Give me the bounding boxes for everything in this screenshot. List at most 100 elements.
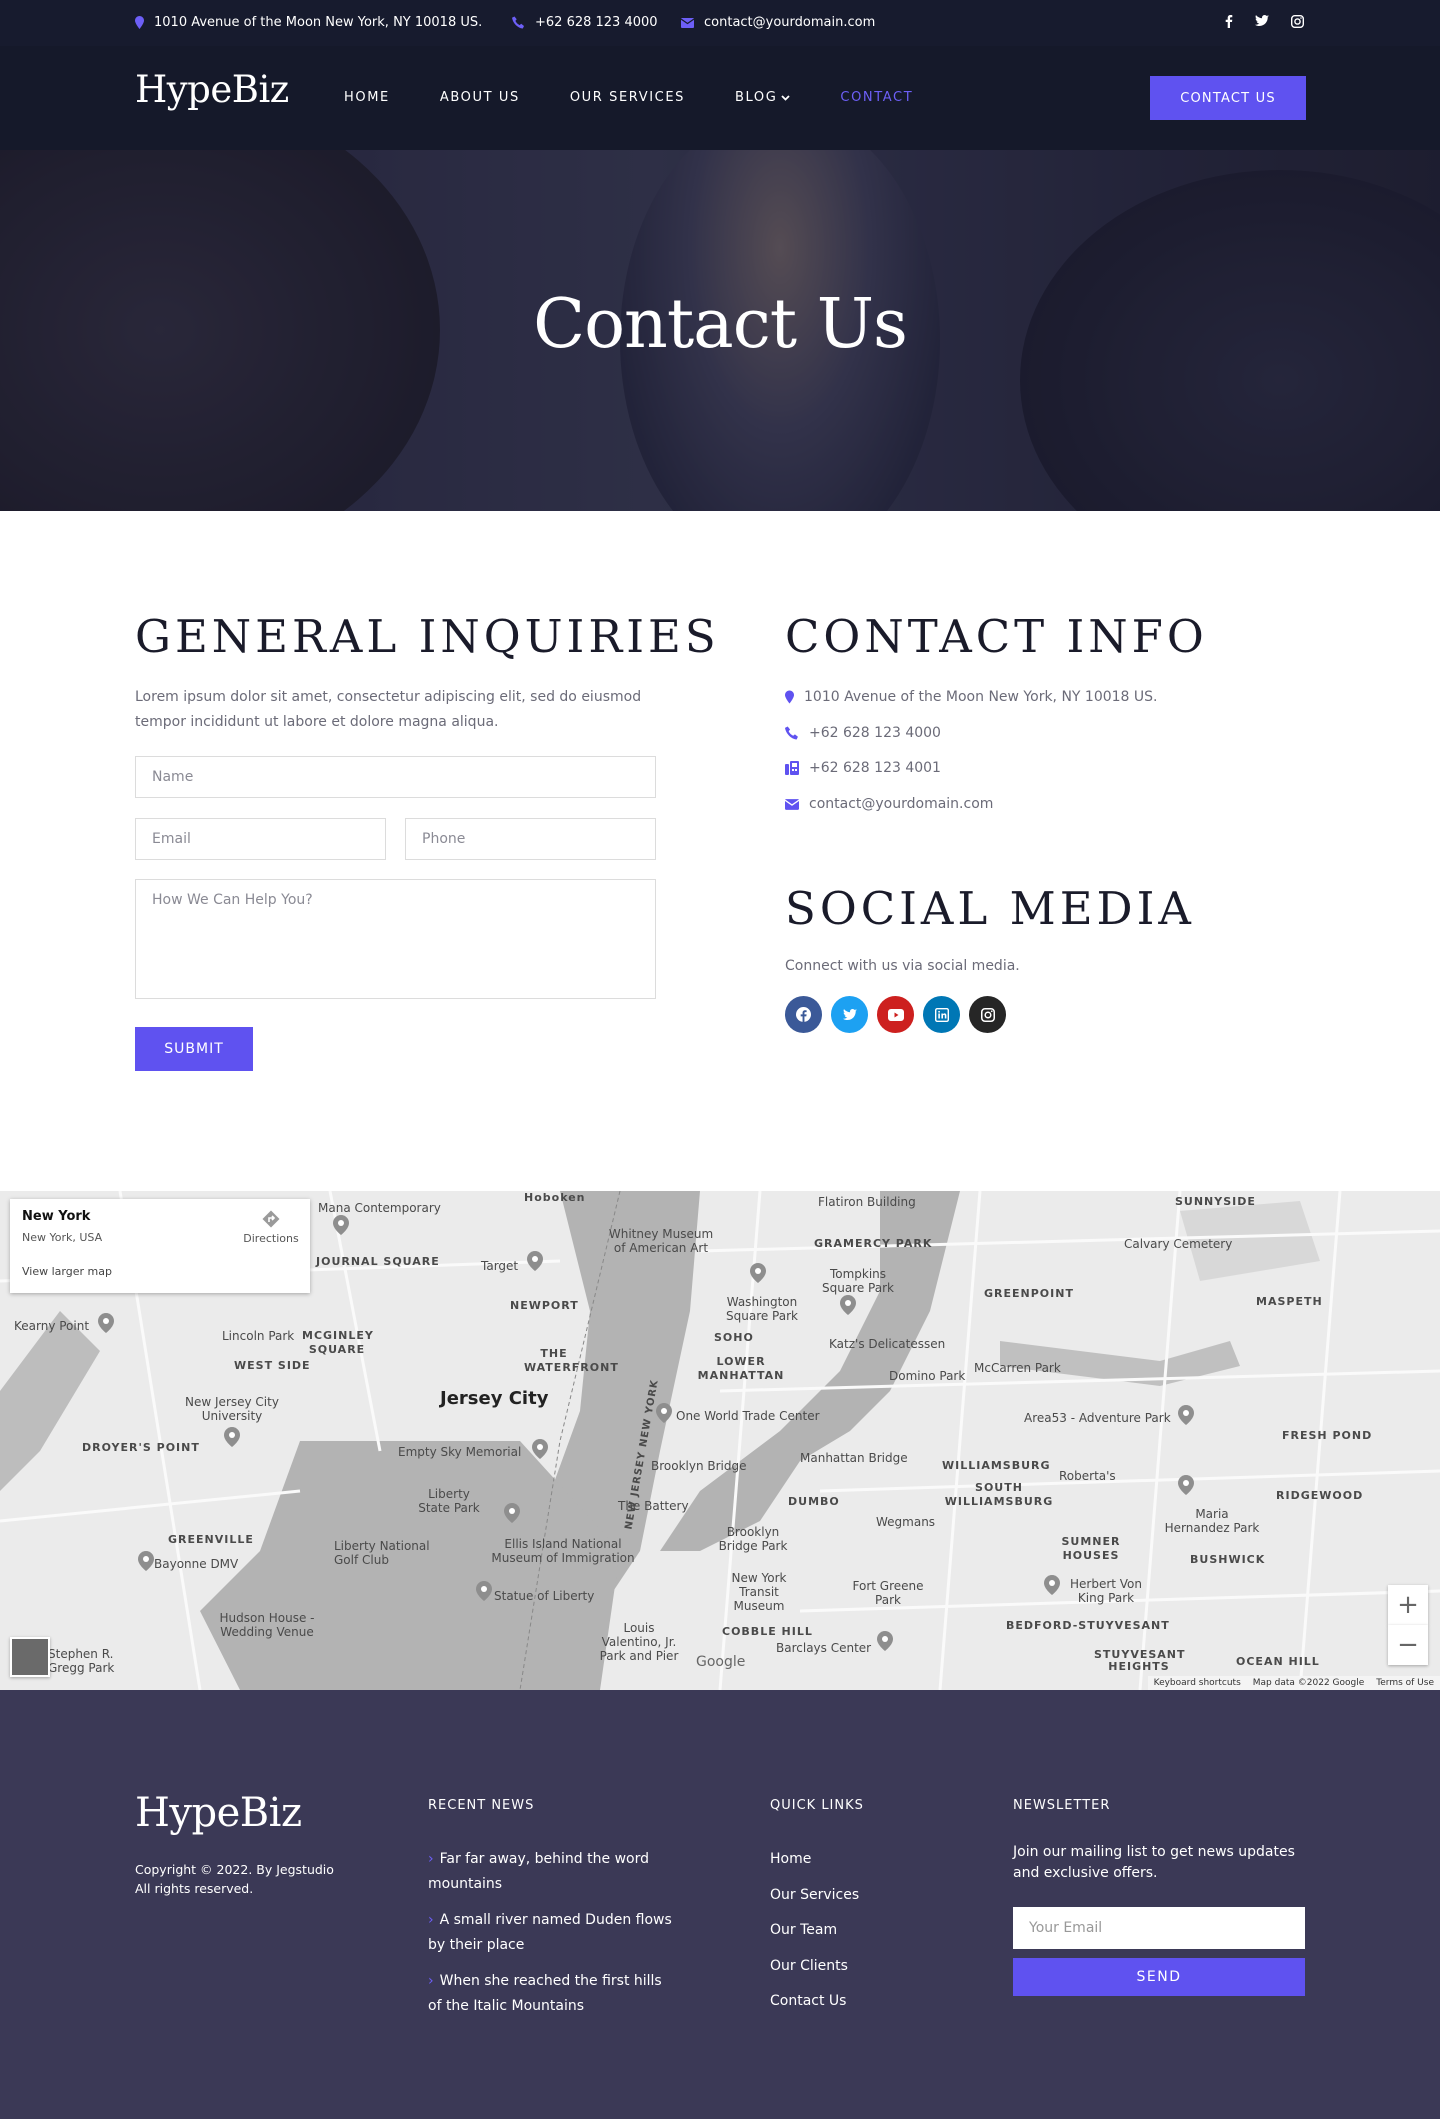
nav-blog[interactable]: BLOG — [735, 90, 791, 105]
map-label-fortgreene: Fort Greene Park — [852, 1579, 924, 1607]
map-pin-icon — [476, 1581, 492, 1601]
terms-link[interactable]: Terms of Use — [1376, 1678, 1434, 1688]
newsletter-heading: NEWSLETTER — [1013, 1798, 1111, 1813]
topbar-email[interactable]: contact@yourdomain.com — [681, 15, 875, 30]
map-label-greenville: GREENVILLE — [168, 1533, 254, 1546]
map-pin-icon — [98, 1313, 114, 1333]
map-label-washington: Washington Square Park — [726, 1295, 798, 1323]
view-larger-map-link[interactable]: View larger map — [22, 1265, 112, 1278]
contact-us-button[interactable]: CONTACT US — [1150, 76, 1306, 120]
chevron-right-icon: › — [428, 1851, 434, 1867]
map-pin-icon — [504, 1503, 520, 1523]
top-bar: 1010 Avenue of the Moon New York, NY 100… — [0, 0, 1440, 46]
map-label-hoboken: Hoboken — [524, 1191, 586, 1204]
map-label-bayonne: Bayonne DMV — [154, 1557, 239, 1571]
newsletter-text: Join our mailing list to get news update… — [1013, 1844, 1295, 1881]
twitter-icon — [842, 1008, 857, 1020]
site-footer: HypeBiz Copyright © 2022. By Jegstudio A… — [0, 1690, 1440, 2119]
street-view-thumbnail[interactable] — [10, 1637, 50, 1677]
map-label-liberty: Liberty State Park — [418, 1487, 480, 1515]
social-text: Connect with us via social media. — [785, 958, 1020, 974]
topbar-phone[interactable]: +62 628 123 4000 — [512, 15, 658, 30]
nav-about[interactable]: ABOUT US — [440, 90, 520, 105]
footer-link-clients[interactable]: Our Clients — [770, 1954, 848, 1979]
nav-services[interactable]: OUR SERVICES — [570, 90, 685, 105]
footer-link-contact[interactable]: Contact Us — [770, 1989, 846, 2014]
map-label-mccarren: McCarren Park — [974, 1361, 1061, 1375]
map-label-droyers: DROYER'S POINT — [82, 1441, 200, 1454]
twitter-icon[interactable] — [1255, 15, 1269, 28]
topbar-phone-text: +62 628 123 4000 — [535, 15, 658, 30]
recent-news-heading: RECENT NEWS — [428, 1798, 535, 1813]
submit-button[interactable]: SUBMIT — [135, 1027, 253, 1071]
map-label-williamsburg: WILLIAMSBURG — [942, 1459, 1051, 1472]
name-field[interactable]: Name — [135, 756, 656, 798]
map-label-brooklynbridge: Brooklyn Bridge — [651, 1459, 747, 1473]
keyboard-shortcuts-link[interactable]: Keyboard shortcuts — [1154, 1678, 1241, 1688]
footer-copyright: Copyright © 2022. By Jegstudio — [135, 1862, 334, 1877]
contact-email[interactable]: contact@yourdomain.com — [785, 796, 993, 812]
directions-button[interactable]: Directions — [236, 1209, 306, 1245]
map-label-kearny: Kearny Point — [14, 1319, 90, 1333]
location-map[interactable]: New York New York, USA View larger map D… — [0, 1191, 1440, 1690]
footer-link-home[interactable]: Home — [770, 1847, 811, 1872]
map-label-sunnyside: SUNNYSIDE — [1175, 1195, 1256, 1208]
message-placeholder: How We Can Help You? — [152, 892, 313, 908]
map-pin-icon — [877, 1631, 893, 1651]
zoom-in-button[interactable]: + — [1388, 1585, 1428, 1625]
map-pin-icon — [532, 1439, 548, 1459]
social-instagram-button[interactable] — [969, 996, 1006, 1033]
map-pin-icon — [224, 1427, 240, 1447]
chevron-right-icon: › — [428, 1912, 434, 1928]
map-label-gramercy: GRAMERCY PARK — [814, 1237, 933, 1250]
instagram-icon[interactable] — [1291, 15, 1304, 28]
map-label-sumner: SUMNER HOUSES — [1061, 1535, 1121, 1562]
news-item-text: When she reached the first hills of the … — [428, 1973, 662, 2014]
nav-home[interactable]: HOME — [344, 90, 390, 105]
map-label-hudson: Hudson House - Wedding Venue — [219, 1611, 315, 1639]
map-label-newport: NEWPORT — [510, 1299, 579, 1312]
envelope-icon — [785, 798, 799, 810]
map-pin-icon — [1178, 1405, 1194, 1425]
footer-link-team[interactable]: Our Team — [770, 1918, 837, 1943]
nav-contact[interactable]: CONTACT — [840, 90, 913, 105]
map-label-maspeth: MASPETH — [1256, 1295, 1323, 1308]
map-place-title: New York — [22, 1209, 91, 1224]
facebook-icon[interactable] — [1225, 15, 1233, 28]
contact-email-text: contact@yourdomain.com — [809, 796, 994, 812]
map-label-ridgewood: RIDGEWOOD — [1276, 1489, 1364, 1502]
map-label-wegmans: Wegmans — [876, 1515, 936, 1529]
phone-field[interactable]: Phone — [405, 818, 656, 860]
news-item[interactable]: › Far far away, behind the word mountains — [428, 1847, 678, 1897]
social-youtube-button[interactable] — [877, 996, 914, 1033]
map-label-transit: New York Transit Museum — [731, 1571, 787, 1613]
footer-logo[interactable]: HypeBiz — [135, 1790, 302, 1836]
map-label-bedstuy: BEDFORD-STUYVESANT — [1006, 1619, 1170, 1632]
zoom-out-button[interactable]: − — [1388, 1625, 1428, 1665]
map-label-cobble: COBBLE HILL — [722, 1625, 813, 1638]
map-place-subtitle: New York, USA — [22, 1231, 103, 1244]
social-facebook-button[interactable] — [785, 996, 822, 1033]
social-twitter-button[interactable] — [831, 996, 868, 1033]
newsletter-send-button[interactable]: SEND — [1013, 1958, 1305, 1996]
envelope-icon — [681, 17, 694, 28]
map-label-waterfront: THE WATERFRONT — [524, 1347, 619, 1374]
newsletter-email-input[interactable]: Your Email — [1013, 1907, 1305, 1949]
map-label-southwb: SOUTH WILLIAMSBURG — [944, 1481, 1054, 1508]
social-linkedin-button[interactable] — [923, 996, 960, 1033]
message-field[interactable]: How We Can Help You? — [135, 879, 656, 999]
footer-link-services[interactable]: Our Services — [770, 1883, 859, 1908]
map-label-mana: Mana Contemporary — [318, 1201, 441, 1215]
inquiries-heading: GENERAL INQUIRIES — [135, 610, 720, 663]
directions-icon — [262, 1210, 280, 1228]
main-navigation: HypeBiz HOME ABOUT US OUR SERVICES BLOG … — [0, 46, 1440, 150]
contact-phone[interactable]: +62 628 123 4000 — [785, 725, 941, 741]
contact-address: 1010 Avenue of the Moon New York, NY 100… — [785, 689, 1158, 705]
footer-rights: All rights reserved. — [135, 1881, 254, 1896]
news-item[interactable]: › A small river named Duden flows by thei… — [428, 1908, 678, 1958]
directions-label: Directions — [243, 1232, 299, 1245]
site-logo[interactable]: HypeBiz — [135, 68, 289, 111]
news-item[interactable]: › When she reached the first hills of the… — [428, 1969, 678, 2019]
email-field[interactable]: Email — [135, 818, 386, 860]
map-label-domino: Domino Park — [889, 1369, 966, 1383]
